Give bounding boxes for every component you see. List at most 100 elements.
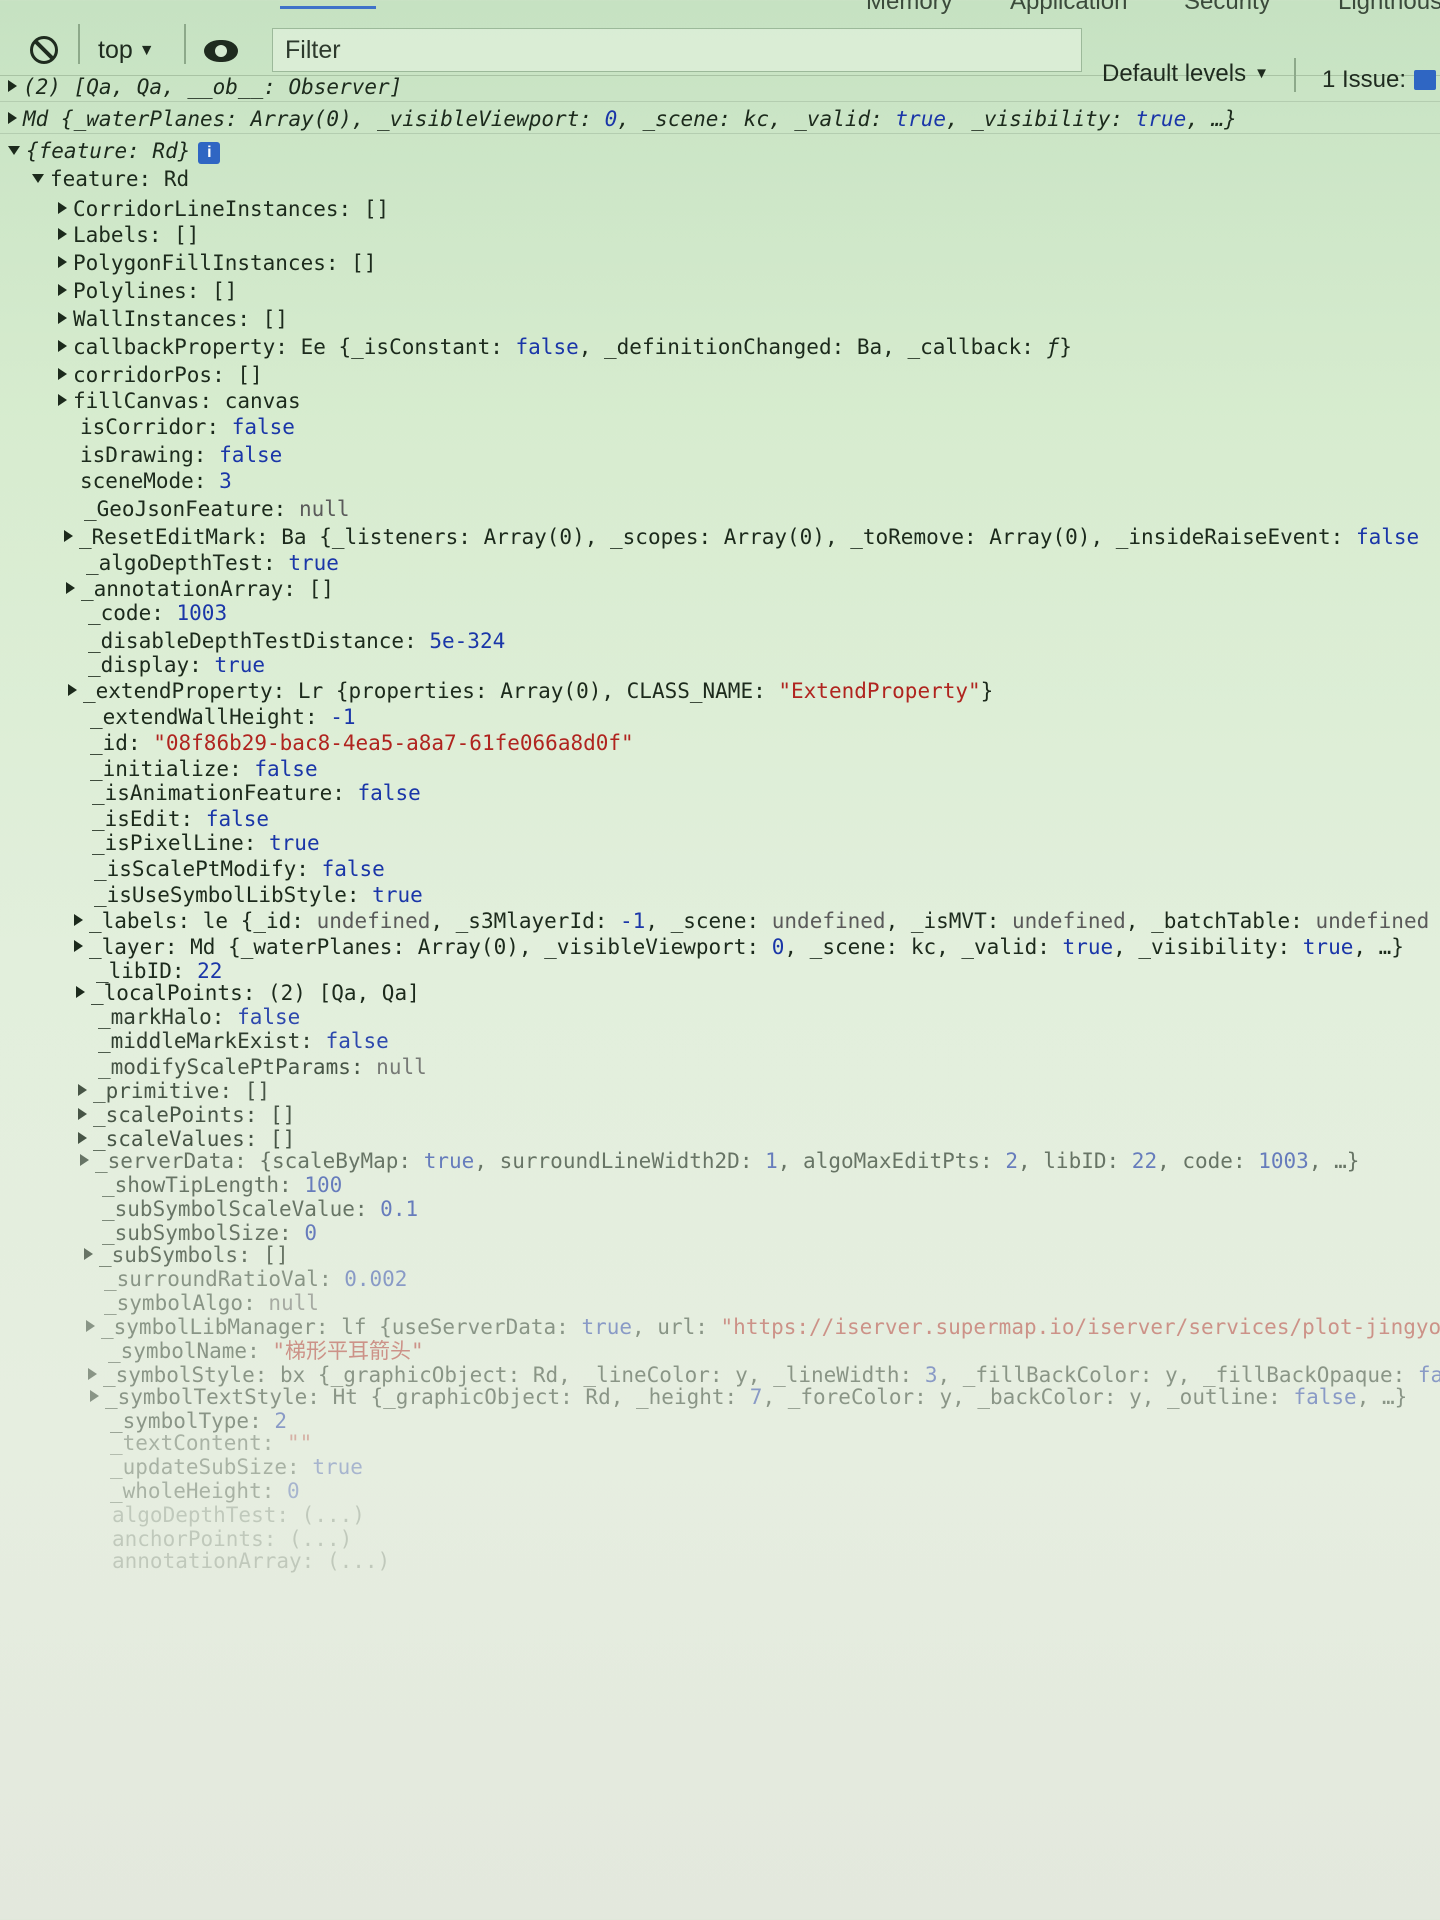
object-preview-text: callbackProperty: Ee {_isConstant: [73,335,516,359]
expand-triangle-icon[interactable] [78,1084,87,1096]
expand-triangle-icon[interactable] [58,256,67,268]
expand-triangle-icon[interactable] [58,202,67,214]
expand-triangle-icon[interactable] [74,940,83,952]
expand-triangle-icon[interactable] [84,1248,93,1260]
console-row[interactable]: PolygonFillInstances: [] [0,248,1440,278]
property-key: CorridorLineInstances [73,197,339,221]
object-preview-text: 0 [604,107,618,131]
object-preview-text: , _definitionChanged: Ba, _callback: [578,335,1047,359]
expand-triangle-icon[interactable] [58,284,67,296]
object-preview-text: (2) [Qa, Qa, __ob__: Observer] [23,75,403,99]
property-key: feature [50,167,139,191]
object-preview-text: undefined [771,909,886,933]
console-row[interactable]: WallInstances: [] [0,304,1440,334]
console-row[interactable]: {feature: Rd} i [0,136,1440,166]
property-key: Labels [73,223,149,247]
expand-triangle-icon[interactable] [64,530,73,542]
object-preview-text: true [895,107,946,131]
eye-icon[interactable] [204,40,238,62]
expand-triangle-icon[interactable] [58,394,67,406]
console-toolbar: top▼ Default levels▼ 1 Issue: [0,14,1440,93]
property-key: corridorPos [73,363,213,387]
property-value: [] [212,279,238,303]
expand-triangle-icon[interactable] [58,228,67,240]
property-value: "08f86b29-bac8-4ea5-a8a7-61fe066a8d0f" [153,731,634,755]
info-icon[interactable]: i [198,142,221,164]
console-row[interactable]: Labels: [] [0,220,1440,250]
property-value: null [298,497,350,521]
object-preview-text: false [1355,525,1420,549]
property-value: false [357,781,421,805]
property-value: (...) [326,1549,391,1573]
object-preview-text: , _batchTable: [1125,909,1316,933]
object-preview-text: true [1135,107,1187,131]
expand-triangle-icon[interactable] [8,80,17,92]
property-key: _isPixelLine [92,831,244,855]
property-value: [] [237,363,263,387]
object-preview-text: false [515,335,579,359]
console-row[interactable]: Polylines: [] [0,276,1440,306]
expand-triangle-icon[interactable] [86,1320,95,1332]
property-key: _extendWallHeight [90,705,305,729]
property-value: 1003 [176,601,228,625]
collapse-triangle-icon[interactable] [32,174,44,183]
expand-triangle-icon[interactable] [80,1154,89,1166]
property-key: _display [88,653,190,677]
property-key: _isScalePtModify [94,857,297,881]
expand-triangle-icon[interactable] [68,684,77,696]
property-value: true [288,551,339,575]
console-row[interactable]: callbackProperty: Ee {_isConstant: false… [0,332,1440,362]
property-key: _GeoJsonFeature [84,497,274,521]
object-preview-text: ƒ [1046,335,1060,359]
active-tab-underline [280,6,376,9]
property-key: _algoDepthTest [86,551,264,575]
console-row: sceneMode: 3 [80,469,232,493]
chevron-down-icon: ▼ [138,42,155,59]
expand-triangle-icon[interactable] [66,582,75,594]
property-value: false [231,415,295,439]
console-row[interactable]: feature: Rd [0,164,1440,194]
object-preview-text: , _s3MlayerId: [430,909,621,933]
expand-triangle-icon[interactable] [8,112,17,124]
property-key: Polylines [73,279,187,303]
toolbar-separator [184,24,186,64]
object-preview-text: undefined [1315,909,1430,933]
object-preview-text: } [980,679,994,703]
console-row: _GeoJsonFeature: null [84,497,350,521]
expand-triangle-icon[interactable] [58,340,67,352]
expand-triangle-icon[interactable] [78,1108,87,1120]
clear-console-icon[interactable] [30,36,58,64]
object-preview-text: , _scene: [645,909,772,933]
console-row[interactable]: (2) [Qa, Qa, __ob__: Observer] [0,72,1440,102]
property-key: fillCanvas [73,389,200,413]
console-row[interactable]: Md {_waterPlanes: Array(0), _visibleView… [0,104,1440,134]
object-preview-text: , _isMVT: [885,909,1012,933]
property-value: -1 [330,705,356,729]
object-preview-text: , …} [1186,107,1237,131]
expand-triangle-icon[interactable] [90,1390,99,1402]
expand-triangle-icon[interactable] [58,312,67,324]
expand-triangle-icon[interactable] [88,1368,97,1380]
property-value: [] [363,197,390,221]
property-value: false [325,1029,389,1053]
object-preview-text: -1 [620,909,646,933]
object-preview-text: , _scene: kc, _valid: [617,107,896,131]
property-key: isDrawing [80,443,194,467]
property-key: _id [90,731,128,755]
console-row: _code: 1003 [88,601,228,625]
object-preview-text: "ExtendProperty" [778,679,981,703]
filter-input[interactable] [272,28,1082,72]
object-preview-text: undefined [1012,909,1126,933]
property-value: false [321,857,385,881]
property-value: true [214,653,266,677]
property-key: annotationArray [112,1549,302,1573]
property-value: true [372,883,423,907]
expand-triangle-icon[interactable] [76,986,85,998]
collapse-triangle-icon[interactable] [8,146,20,155]
expand-triangle-icon[interactable] [74,914,83,926]
expand-triangle-icon[interactable] [78,1132,87,1144]
object-preview-text: {feature: Rd} [26,139,191,163]
expand-triangle-icon[interactable] [58,368,67,380]
property-value: [] [174,223,200,247]
context-select[interactable]: top ▼ [98,36,155,65]
